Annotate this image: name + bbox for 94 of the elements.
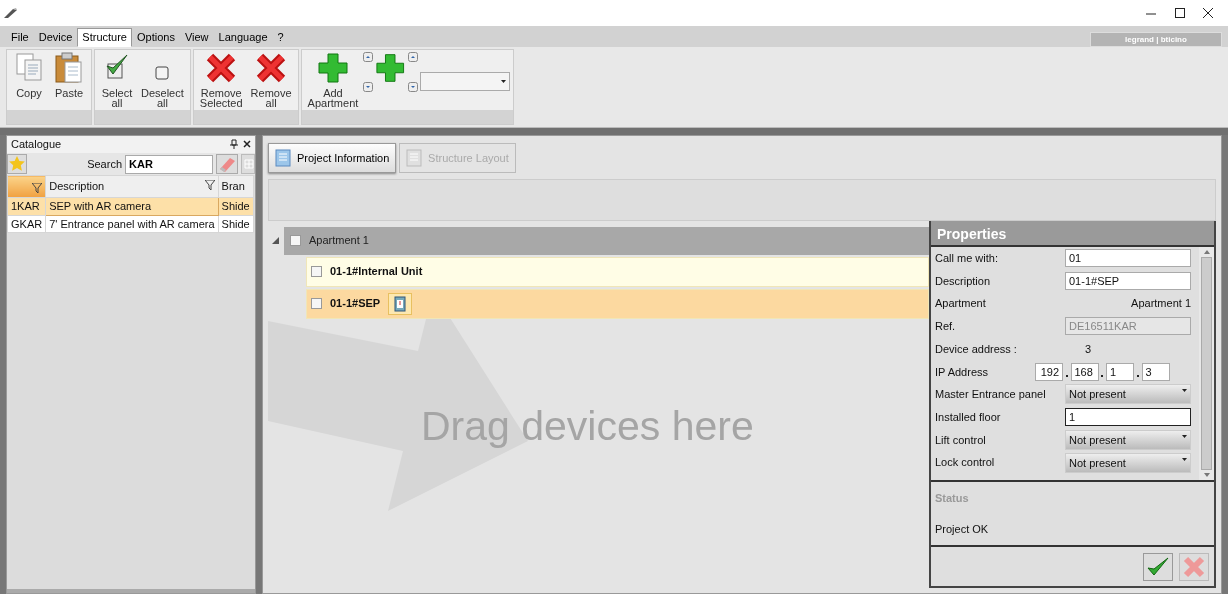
tab[interactable]: Project Information (268, 143, 397, 173)
dropdown[interactable] (419, 72, 510, 91)
close-icon[interactable] (1202, 7, 1215, 19)
panel-title: Catalogue (11, 137, 62, 152)
eraser-icon[interactable] (216, 154, 238, 174)
dropdown[interactable]: Not present (1065, 384, 1191, 405)
search-field[interactable]: KAR (125, 154, 213, 174)
document-icon (275, 149, 291, 167)
input-field[interactable]: 168 (1070, 362, 1099, 381)
menu-item[interactable]: File (6, 28, 34, 47)
expander-icon[interactable] (272, 237, 279, 244)
toolbar-button[interactable]: Paste (50, 52, 88, 108)
checkbox[interactable] (311, 298, 322, 309)
dropdown[interactable]: Not present (1065, 429, 1191, 450)
menu-item[interactable]: Device (33, 28, 78, 47)
confirm-button[interactable] (1143, 552, 1173, 581)
column-header[interactable]: Description (49, 180, 105, 193)
checkbox[interactable] (311, 266, 322, 277)
clipboard-icon (53, 52, 85, 84)
checkbox[interactable] (290, 235, 301, 246)
field-value: 3 (1084, 341, 1092, 357)
field-label: Installed floor (935, 409, 1002, 425)
device-info-icon[interactable] (388, 292, 413, 315)
input-field[interactable]: 01-1#SEP (1065, 272, 1191, 291)
input-field[interactable]: 1 (1106, 362, 1134, 381)
star-icon[interactable] (7, 154, 27, 174)
toolbar-button[interactable]: Deselect all (138, 52, 187, 108)
plus-icon (316, 52, 349, 84)
status-title: Status (935, 491, 970, 506)
filter-icon[interactable] (204, 180, 215, 191)
menu-item[interactable]: Language (213, 28, 273, 47)
menu-item[interactable]: Options (132, 28, 180, 47)
filter-icon[interactable] (32, 182, 43, 193)
copy-icon (13, 52, 45, 84)
toolbar-button[interactable]: Copy (10, 52, 48, 108)
table-cell: GKAR (7, 215, 46, 233)
spin-up-button[interactable] (363, 52, 374, 62)
menu-item[interactable]: ? (272, 28, 289, 47)
tree-node[interactable]: 01-1#SEP (306, 288, 929, 319)
toolbar-button[interactable]: Select all (98, 52, 136, 108)
document-icon (406, 149, 423, 167)
table-cell: 7' Entrance panel with AR camera (45, 215, 219, 233)
dropdown[interactable]: Not present (1065, 452, 1191, 473)
table-cell: Shide (218, 215, 254, 233)
field-label: Lift control (935, 432, 987, 448)
node-label: Apartment 1 (309, 233, 369, 249)
spin-down-button[interactable] (363, 82, 374, 92)
field-label: Call me with: (935, 251, 999, 267)
tree-node[interactable]: 01-1#Internal Unit (306, 256, 929, 287)
pin-icon[interactable] (229, 138, 238, 149)
menu-item[interactable]: View (179, 28, 214, 47)
field-label: Device address : (935, 341, 1018, 357)
field-label: Lock control (935, 455, 996, 471)
table-cell: 1KAR (7, 197, 46, 215)
brand-logo: legrand | bticino (1090, 32, 1222, 47)
toolbar-button[interactable]: Remove Selected (196, 52, 246, 108)
input-field[interactable]: 01 (1065, 249, 1191, 268)
field-label: Ref. (935, 319, 957, 335)
checkbox-icon (155, 66, 170, 80)
close-icon[interactable] (243, 138, 251, 149)
toolbar-button[interactable]: Remove all (247, 52, 295, 108)
search-label: Search (87, 156, 122, 172)
table-cell: Shide (218, 197, 254, 215)
input-field[interactable]: 1 (1065, 408, 1191, 427)
panel-title: Properties (931, 221, 1214, 247)
field-label: Apartment (935, 296, 987, 312)
maximize-icon[interactable] (1173, 7, 1186, 19)
spin-down-button[interactable] (407, 82, 418, 92)
dot-separator-icon (1065, 374, 1068, 377)
input-field[interactable]: 192 (1035, 362, 1063, 381)
node-label: 01-1#Internal Unit (330, 264, 423, 280)
toolbar-button[interactable]: Add Apartment (304, 52, 362, 108)
spin-up-button[interactable] (407, 52, 418, 62)
field-label: Description (935, 273, 992, 289)
dot-separator-icon (1101, 374, 1104, 377)
scrollbar[interactable] (1199, 247, 1214, 480)
column-header[interactable]: Bran (218, 175, 254, 198)
cross-icon (205, 52, 238, 84)
field-label: IP Address (935, 364, 989, 380)
input-field[interactable]: 3 (1141, 362, 1170, 381)
cancel-button[interactable] (1178, 552, 1209, 581)
plus-icon[interactable] (375, 52, 406, 84)
node-label: 01-1#SEP (330, 296, 381, 312)
cross-icon (255, 52, 288, 84)
table-cell: SEP with AR camera (45, 197, 219, 215)
field-value: Apartment 1 (1130, 296, 1191, 312)
status-message: Project OK (935, 521, 990, 537)
grid-icon[interactable] (241, 154, 255, 174)
tree-node[interactable]: Apartment 1 (284, 226, 929, 255)
dot-separator-icon (1136, 374, 1139, 377)
menu-item[interactable]: Structure (77, 28, 132, 47)
field-label: Master Entrance panel (935, 387, 1047, 403)
app-icon (2, 7, 19, 19)
caret-icon (500, 80, 506, 83)
